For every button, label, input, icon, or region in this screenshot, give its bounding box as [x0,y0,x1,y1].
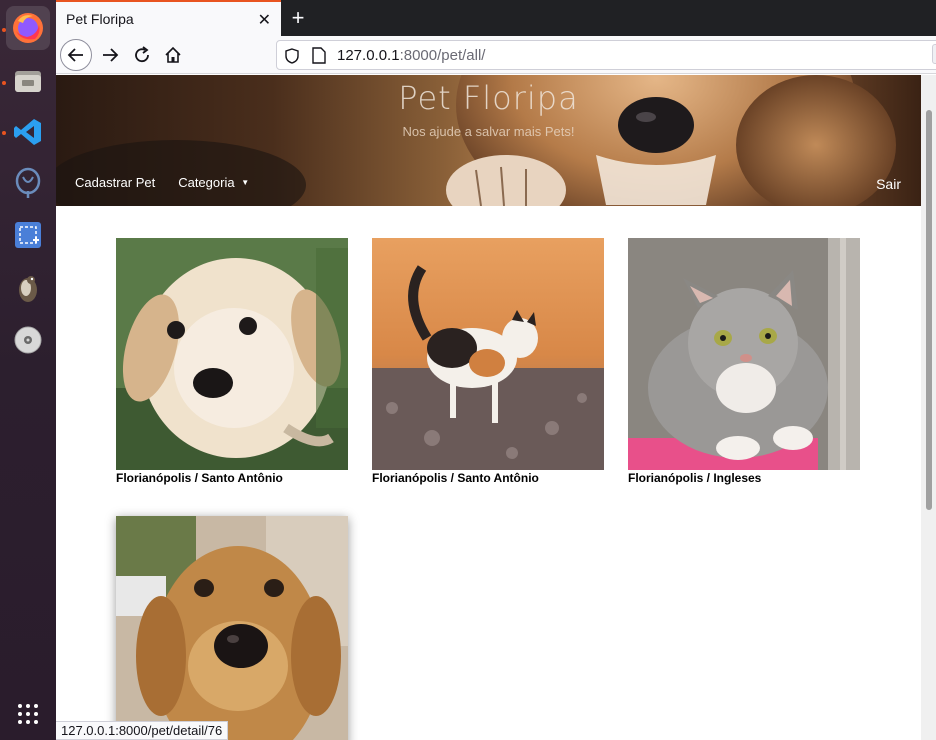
arrow-right-icon [103,48,119,62]
pet-photo-cat[interactable] [372,238,604,470]
ubuntu-dock [0,0,56,740]
files-icon[interactable] [6,59,50,103]
firefox-icon[interactable] [6,6,50,50]
site-nav: Cadastrar Pet Categoria ▼ [75,175,249,190]
pet-card[interactable] [116,516,348,740]
tab-pet-floripa[interactable]: Pet Floripa ✕ [56,0,281,36]
logout-link[interactable]: Sair [876,176,901,192]
pet-location: Florianópolis / Ingleses [628,471,762,485]
reload-button[interactable] [126,39,158,71]
page-icon [312,47,326,64]
pet-card[interactable]: Florianópolis / Santo Antônio [372,238,604,485]
register-pet-link[interactable]: Cadastrar Pet [75,175,155,190]
pet-card[interactable]: Florianópolis / Ingleses [628,238,860,485]
forward-button[interactable] [94,39,126,71]
hero-banner: Pet Floripa Nos ajude a salvar mais Pets… [56,75,921,206]
pet-location: Florianópolis / Santo Antônio [116,471,283,485]
close-tab-icon[interactable]: ✕ [258,10,271,30]
disc-icon[interactable] [6,318,50,362]
new-tab-icon[interactable]: + [286,4,310,32]
caret-down-icon: ▼ [241,178,250,187]
page-content: Pet Floripa Nos ajude a salvar mais Pets… [56,75,921,740]
pet-photo-puppy[interactable] [116,238,348,470]
vscode-icon[interactable] [6,110,50,154]
scrollbar-thumb[interactable] [926,110,932,510]
zoom-indicator[interactable]: 8 [932,44,936,64]
back-button[interactable] [60,39,92,71]
pet-photo-dog[interactable] [116,516,348,740]
category-dropdown[interactable]: Categoria ▼ [178,175,249,190]
url-host: 127.0.0.1 [337,46,400,64]
url-path: :8000/pet/all/ [399,46,486,64]
tab-bar: Pet Floripa ✕ + [56,0,936,36]
screenshot-icon[interactable] [6,213,50,257]
pgadmin-icon[interactable] [6,161,50,205]
pet-card[interactable]: Florianópolis / Santo Antônio [116,238,348,485]
home-button[interactable] [157,39,189,71]
reload-icon [135,46,149,63]
pet-location: Florianópolis / Santo Antônio [372,471,539,485]
shield-icon[interactable] [285,48,299,64]
navigation-toolbar: 127.0.0.1:8000/pet/all/ 8 [56,36,936,74]
browser-window: Pet Floripa ✕ + 127.0.0.1:8000/pet/all/ … [56,0,936,740]
apps-grid-icon[interactable] [6,692,50,736]
url-bar[interactable]: 127.0.0.1:8000/pet/all/ 8 [276,40,936,70]
site-title: Pet Floripa [398,79,579,117]
category-label: Categoria [178,175,235,190]
site-subtitle: Nos ajude a salvar mais Pets! [402,124,575,139]
tab-title: Pet Floripa [66,11,134,27]
status-url-tooltip: 127.0.0.1:8000/pet/detail/76 [56,721,229,740]
gimp-icon[interactable] [6,266,50,310]
home-icon [165,46,181,63]
pet-photo-kitten[interactable] [628,238,860,470]
page-scrollbar[interactable] [921,75,936,740]
arrow-left-icon [67,48,83,62]
